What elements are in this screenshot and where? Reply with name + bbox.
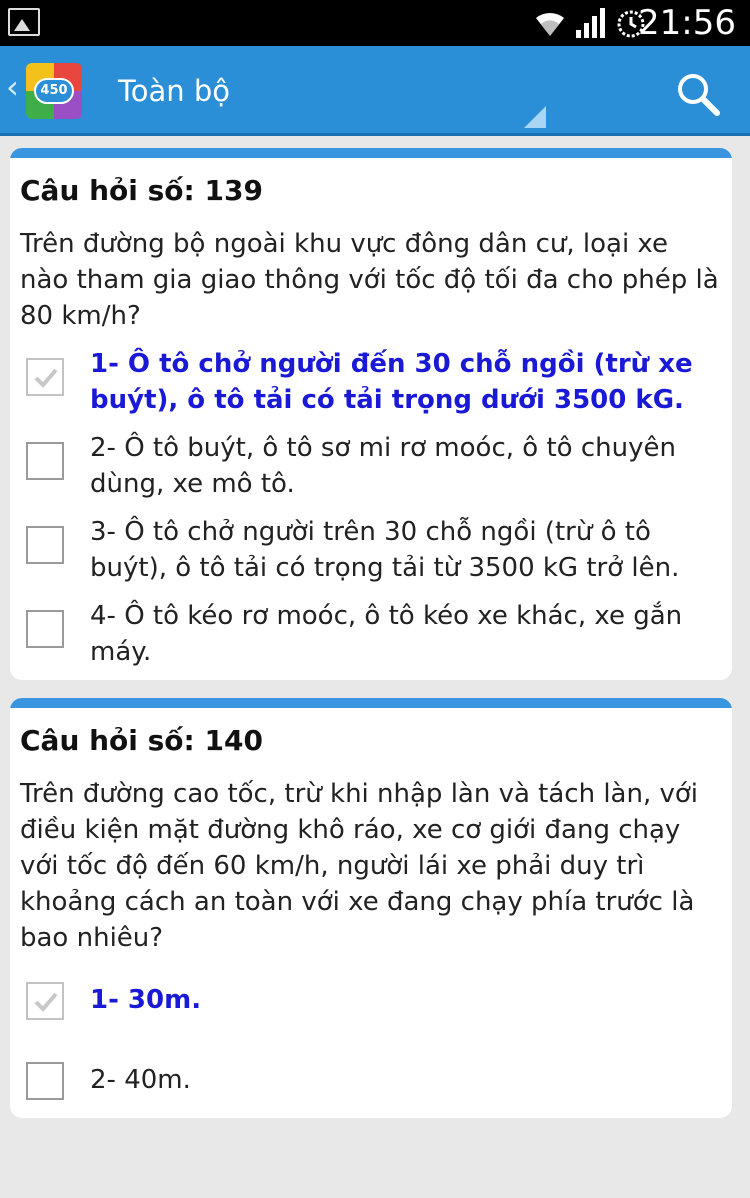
answer-label: 1- 30m. [90, 985, 202, 1015]
back-chevron-icon[interactable]: ‹ [6, 68, 19, 106]
gallery-icon [8, 8, 40, 36]
page-title[interactable]: Toàn bộ [118, 74, 230, 108]
search-icon[interactable] [676, 72, 720, 116]
question-number: Câu hỏi số: 139 [20, 174, 263, 207]
answer-checkbox[interactable] [26, 982, 64, 1020]
answer-label: 1- Ô tô chở người đến 30 chỗ ngồi (trừ x… [90, 349, 693, 415]
answer-checkbox[interactable] [26, 526, 64, 564]
question-text: Trên đường cao tốc, trừ khi nhập làn và … [20, 779, 699, 953]
answer-checkbox[interactable] [26, 442, 64, 480]
wifi-icon [536, 12, 564, 36]
question-number: Câu hỏi số: 140 [20, 724, 263, 757]
question-card: Câu hỏi số: 140 Trên đường cao tốc, trừ … [10, 698, 732, 1118]
question-text: Trên đường bộ ngoài khu vực đông dân cư,… [20, 229, 719, 331]
answer-label: 3- Ô tô chở người trên 30 chỗ ngồi (trừ … [90, 517, 680, 583]
card-accent-bar [10, 148, 732, 158]
answer-checkbox[interactable] [26, 1062, 64, 1100]
clock: 21:56 [638, 3, 736, 43]
answer-label: 2- Ô tô buýt, ô tô sơ mi rơ moóc, ô tô c… [90, 433, 676, 499]
spinner-indicator-icon[interactable] [524, 106, 546, 128]
answer-label: 2- 40m. [90, 1065, 191, 1095]
signal-icon [576, 8, 605, 38]
answer-checkbox[interactable] [26, 610, 64, 648]
status-bar: 21:56 [0, 0, 750, 46]
card-accent-bar [10, 698, 732, 708]
action-bar: ‹ 450 Toàn bộ [0, 46, 750, 136]
app-logo-badge: 450 [34, 78, 74, 104]
answer-label: 4- Ô tô kéo rơ moóc, ô tô kéo xe khác, x… [90, 601, 683, 667]
checkmark-icon [34, 368, 58, 388]
checkmark-icon [34, 992, 58, 1012]
answer-checkbox[interactable] [26, 358, 64, 396]
app-logo[interactable]: 450 [26, 63, 82, 119]
question-card: Câu hỏi số: 139 Trên đường bộ ngoài khu … [10, 148, 732, 680]
